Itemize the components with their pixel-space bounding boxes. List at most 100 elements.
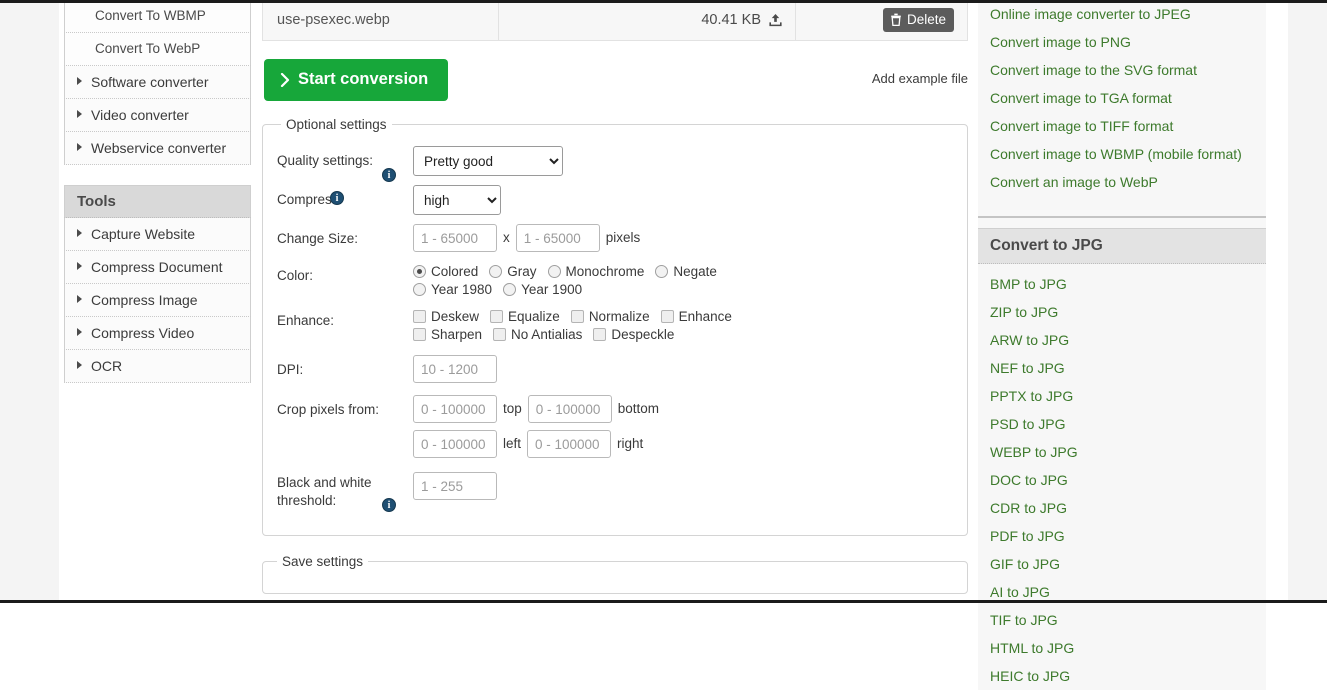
sidebar-item-label: Compress Document (91, 259, 223, 275)
enhance-option-label: Despeckle (611, 327, 675, 342)
enhance-option-equalize[interactable]: Equalize (490, 309, 560, 324)
enhance-option-despeckle[interactable]: Despeckle (593, 327, 674, 342)
rail-link-convert-image-to-wbmp[interactable]: Convert image to WBMP (mobile format) (978, 140, 1266, 168)
info-icon[interactable]: i (330, 191, 344, 205)
rail-link-convert-image-to-svg[interactable]: Convert image to the SVG format (978, 56, 1266, 84)
rail-link-convert-image-to-webp[interactable]: Convert an image to WebP (978, 168, 1266, 196)
crop-left-input[interactable] (413, 430, 497, 458)
crop-top-unit: top (503, 401, 522, 416)
rail-link-convert-image-to-png[interactable]: Convert image to PNG (978, 28, 1266, 56)
color-options-line-1: Colored Gray Monochrome Negate (413, 264, 728, 279)
convert-to-jpg-list: BMP to JPG ZIP to JPG ARW to JPG NEF to … (978, 264, 1266, 690)
sidebar-item-capture-website[interactable]: Capture Website (64, 218, 251, 251)
rail-link-arw-to-jpg[interactable]: ARW to JPG (978, 326, 1266, 354)
left-sidebar: Convert To WBMP Convert To WebP Software… (64, 0, 251, 383)
uploaded-file-row: use-psexec.webp 40.41 KB Delete (262, 0, 968, 41)
rail-divider (978, 216, 1266, 218)
color-option-monochrome[interactable]: Monochrome (547, 264, 644, 279)
bw-threshold-row: Black and white threshold: i (277, 472, 951, 512)
rail-link-zip-to-jpg[interactable]: ZIP to JPG (978, 298, 1266, 326)
compress-row: Compress: i high (277, 185, 951, 215)
color-option-year-1980[interactable]: Year 1980 (413, 282, 492, 297)
enhance-option-sharpen[interactable]: Sharpen (413, 327, 482, 342)
rail-link-pptx-to-jpg[interactable]: PPTX to JPG (978, 382, 1266, 410)
file-name-cell: use-psexec.webp (263, 0, 499, 40)
change-size-height-input[interactable] (515, 224, 600, 252)
bw-threshold-label-line2: threshold: (277, 493, 337, 508)
conversion-actions: Start conversion Add example file (262, 59, 968, 109)
caret-right-icon (77, 361, 82, 369)
delete-button[interactable]: Delete (882, 8, 954, 32)
sidebar-item-ocr[interactable]: OCR (64, 350, 251, 383)
rail-link-cdr-to-jpg[interactable]: CDR to JPG (978, 494, 1266, 522)
add-example-file-link[interactable]: Add example file (872, 71, 968, 86)
checkbox-icon (493, 328, 507, 341)
info-icon[interactable]: i (382, 168, 396, 182)
checkbox-icon (490, 310, 504, 323)
rail-link-psd-to-jpg[interactable]: PSD to JPG (978, 410, 1266, 438)
sidebar-item-video-converter[interactable]: Video converter (64, 99, 251, 132)
quality-settings-select[interactable]: Pretty good (413, 146, 563, 176)
sidebar-item-label: Webservice converter (91, 140, 227, 156)
sidebar-item-convert-to-webp[interactable]: Convert To WebP (64, 33, 251, 66)
rail-link-convert-image-to-tiff[interactable]: Convert image to TIFF format (978, 112, 1266, 140)
enhance-options: Deskew Equalize Normalize Enhance Sharpe… (413, 306, 743, 342)
rail-link-gif-to-jpg[interactable]: GIF to JPG (978, 550, 1266, 578)
color-option-year-1900[interactable]: Year 1900 (503, 282, 582, 297)
converter-nav-list: Convert To WBMP Convert To WebP Software… (64, 0, 251, 165)
sidebar-item-compress-document[interactable]: Compress Document (64, 251, 251, 284)
enhance-option-enhance[interactable]: Enhance (660, 309, 732, 324)
crop-bottom-input[interactable] (527, 395, 612, 423)
left-page-gutter (0, 3, 60, 600)
color-option-gray[interactable]: Gray (489, 264, 537, 279)
right-content-gutter (1265, 3, 1288, 600)
crop-left-unit: left (503, 436, 522, 451)
radio-icon (503, 283, 517, 296)
crop-row: Crop pixels from: top bottom left right (277, 395, 951, 458)
rail-link-bmp-to-jpg[interactable]: BMP to JPG (978, 270, 1266, 298)
crop-top-input[interactable] (413, 395, 497, 423)
rail-link-pdf-to-jpg[interactable]: PDF to JPG (978, 522, 1266, 550)
start-conversion-label: Start conversion (298, 70, 429, 88)
enhance-option-label: Enhance (678, 309, 732, 324)
color-option-colored[interactable]: Colored (413, 264, 478, 279)
dpi-input[interactable] (413, 355, 497, 383)
sidebar-item-compress-image[interactable]: Compress Image (64, 284, 251, 317)
sidebar-item-software-converter[interactable]: Software converter (64, 66, 251, 99)
sidebar-item-compress-video[interactable]: Compress Video (64, 317, 251, 350)
enhance-option-label: No Antialias (511, 327, 583, 342)
sidebar-item-webservice-converter[interactable]: Webservice converter (64, 132, 251, 165)
change-size-width-input[interactable] (413, 224, 497, 252)
rail-link-tif-to-jpg[interactable]: TIF to JPG (978, 606, 1266, 634)
sidebar-item-convert-to-wbmp[interactable]: Convert To WBMP (64, 0, 251, 33)
bw-threshold-input[interactable] (413, 472, 497, 500)
checkbox-icon (413, 328, 426, 341)
right-sidebar: Online image converter to JPEG Convert i… (978, 0, 1266, 690)
caret-right-icon (77, 143, 82, 151)
rail-link-webp-to-jpg[interactable]: WEBP to JPG (978, 438, 1266, 466)
page-root: Convert To WBMP Convert To WebP Software… (0, 0, 1327, 690)
color-label: Color: (277, 268, 314, 283)
rail-link-nef-to-jpg[interactable]: NEF to JPG (978, 354, 1266, 382)
start-conversion-button[interactable]: Start conversion (264, 59, 449, 101)
rail-link-html-to-jpg[interactable]: HTML to JPG (978, 634, 1266, 662)
rail-link-online-image-converter-to-jpeg[interactable]: Online image converter to JPEG (978, 0, 1266, 28)
enhance-option-no-antialias[interactable]: No Antialias (493, 327, 582, 342)
caret-right-icon (77, 110, 82, 118)
crop-right-unit: right (617, 436, 644, 451)
sidebar-item-label: Video converter (91, 107, 189, 123)
compress-select[interactable]: high (413, 185, 501, 215)
enhance-option-label: Deskew (431, 309, 480, 324)
caret-right-icon (77, 295, 82, 303)
enhance-option-deskew[interactable]: Deskew (413, 309, 479, 324)
caret-right-icon (77, 262, 82, 270)
file-name-text: use-psexec.webp (277, 12, 390, 28)
enhance-option-normalize[interactable]: Normalize (570, 309, 650, 324)
color-options: Colored Gray Monochrome Negate Year 1980… (413, 261, 728, 297)
crop-right-input[interactable] (527, 430, 612, 458)
color-option-negate[interactable]: Negate (655, 264, 717, 279)
info-icon[interactable]: i (382, 498, 396, 512)
rail-link-convert-image-to-tga[interactable]: Convert image to TGA format (978, 84, 1266, 112)
rail-link-doc-to-jpg[interactable]: DOC to JPG (978, 466, 1266, 494)
rail-link-heic-to-jpg[interactable]: HEIC to JPG (978, 662, 1266, 690)
